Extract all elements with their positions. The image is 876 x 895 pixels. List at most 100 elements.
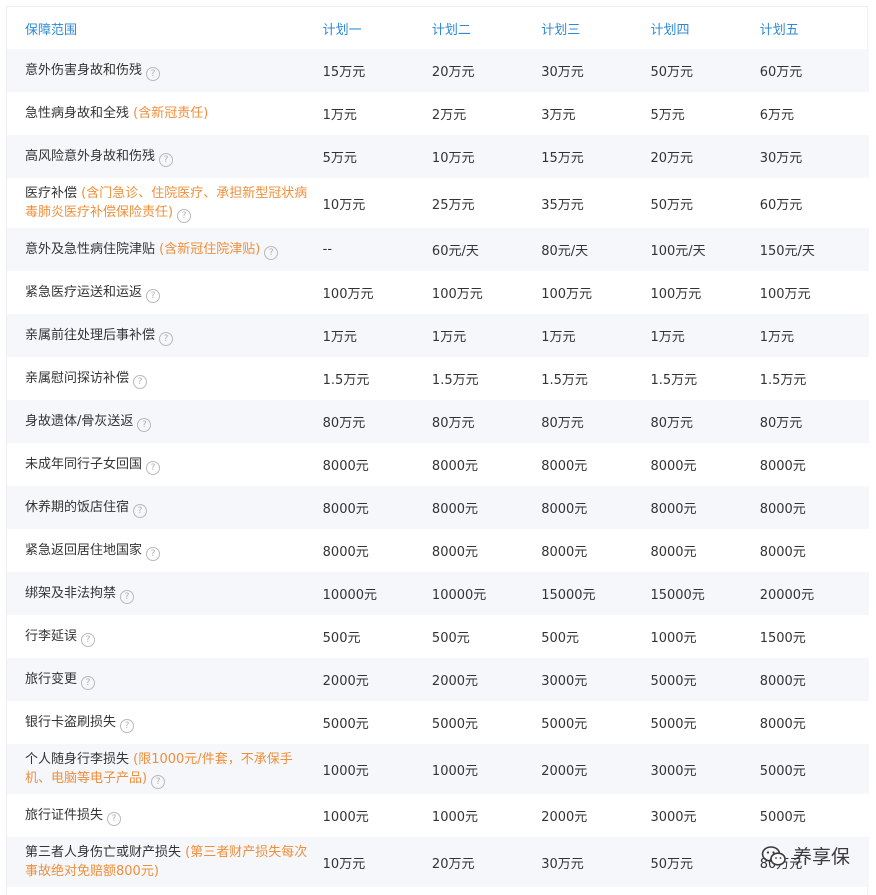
plan-1-value: 8000元 <box>322 502 369 517</box>
plan-1-value: 8000元 <box>322 459 369 474</box>
coverage-item-name: 行李延误 <box>25 628 78 644</box>
plan-2-value: 1.5万元 <box>431 373 479 388</box>
coverage-item-name: 绑架及非法拘禁 <box>25 585 117 601</box>
plan-3-value: 35万元 <box>541 197 584 213</box>
plan-2-value: 2000元 <box>431 674 479 689</box>
plan-4-value: 1000元 <box>650 631 697 646</box>
coverage-item-cell: 高风险意外身故和伤残? <box>7 135 323 178</box>
plan-3-value: 80万元 <box>541 416 584 431</box>
coverage-item-name: 旅行证件损失 <box>25 807 104 823</box>
plan-5-value: 1500元 <box>759 631 806 646</box>
coverage-item-cell: 亲属慰问探访补偿? <box>7 357 323 400</box>
table-row: 行李延误? 500元 500元 500元 1000元 1500元 <box>7 615 869 658</box>
coverage-item-cell: 紧急返回居住地国家? <box>7 529 323 572</box>
table-row: 高风险意外身故和伤残? 5万元 10万元 15万元 20万元 30万元 <box>7 135 869 178</box>
help-icon[interactable]: ? <box>159 331 174 346</box>
coverage-item-name: 紧急返回居住地国家 <box>25 542 143 558</box>
plan-3-value: 80元/天 <box>541 244 589 259</box>
help-icon[interactable]: ? <box>146 460 161 475</box>
plan-5-value: 5000元 <box>759 810 806 825</box>
help-icon[interactable]: ? <box>133 374 148 389</box>
plan-2-value: 1000元 <box>431 763 479 779</box>
plan-4-value: 80万元 <box>650 416 693 431</box>
coverage-item-cell: 身故遗体/骨灰送返? <box>7 400 323 443</box>
help-icon[interactable]: ? <box>133 503 148 518</box>
plan-1-value: 10万元 <box>322 197 366 213</box>
plan-1-value: 1.5万元 <box>322 373 370 388</box>
plan-3-value: 15万元 <box>541 151 584 166</box>
plan-3-value: 5000元 <box>541 717 588 732</box>
coverage-table-frame: 保障范围 计划一 计划二 计划三 计划四 计划五 意外伤害身故和伤残? 15万元 2… <box>6 6 869 895</box>
plan-1-value: 5万元 <box>322 151 357 166</box>
plan-3-value: 8000元 <box>541 502 588 517</box>
table-row: 紧急返回居住地国家? 8000元 8000元 8000元 8000元 8000元 <box>7 529 869 572</box>
plan-5-value: 60万元 <box>759 197 803 213</box>
plan-4-value: 5万元 <box>650 108 685 123</box>
plan-4-value: 1万元 <box>650 330 685 345</box>
coverage-item-cell: 休养期的饭店住宿? <box>7 486 323 529</box>
help-icon[interactable]: ? <box>120 718 135 733</box>
coverage-item-cell: 急性病身故和全残 (含新冠责任) <box>7 92 323 135</box>
coverage-item-cell: 个人随身行李损失 (限1000元/件套，不承保手机、电脑等电子产品)? <box>7 744 323 794</box>
help-icon[interactable]: ? <box>81 632 96 647</box>
plan-2-value: 8000元 <box>431 502 479 517</box>
plan-2-value: 10000元 <box>431 588 487 603</box>
help-icon[interactable]: ? <box>151 774 166 789</box>
table-row: 未成年同行子女回国? 8000元 8000元 8000元 8000元 8000元 <box>7 443 869 486</box>
plan-3-value: 8000元 <box>541 459 588 474</box>
header-plan-4: 计划四 <box>650 22 690 38</box>
plan-1-value: 1000元 <box>322 763 369 779</box>
table-header: 保障范围 计划一 计划二 计划三 计划四 计划五 <box>7 7 869 49</box>
header-plan-1: 计划一 <box>322 22 362 38</box>
plan-4-value: 8000元 <box>650 459 697 474</box>
table-body: 意外伤害身故和伤残? 15万元 20万元 30万元 50万元 60万元 急性病身故和全残 (… <box>7 49 869 887</box>
coverage-item-name: 未成年同行子女回国 <box>25 456 143 472</box>
plan-3-value: 3万元 <box>541 108 576 123</box>
help-icon[interactable]: ? <box>146 288 161 303</box>
plan-1-value: -- <box>322 242 333 257</box>
plan-4-value: 50万元 <box>650 856 693 872</box>
plan-4-value: 5000元 <box>650 717 697 732</box>
help-icon[interactable]: ? <box>81 675 96 690</box>
coverage-item-name: 第三者人身伤亡或财产损失 <box>25 845 182 860</box>
help-icon[interactable]: ? <box>177 208 192 223</box>
coverage-item-cell: 绑架及非法拘禁? <box>7 572 323 615</box>
plan-4-value: 5000元 <box>650 674 697 689</box>
table-row: 第三者人身伤亡或财产损失 (第三者财产损失每次事故绝对免赔额800元) 10万元 2… <box>7 837 869 887</box>
plan-2-value: 10万元 <box>431 151 475 166</box>
plan-4-value: 8000元 <box>650 545 697 560</box>
coverage-item-cell: 意外及急性病住院津贴 (含新冠住院津贴)? <box>7 228 323 271</box>
help-icon[interactable]: ? <box>159 152 174 167</box>
help-icon[interactable]: ? <box>107 811 122 826</box>
plan-4-value: 3000元 <box>650 763 697 779</box>
table-row: 个人随身行李损失 (限1000元/件套，不承保手机、电脑等电子产品)? 1000元… <box>7 744 869 794</box>
help-icon[interactable]: ? <box>146 66 161 81</box>
plan-4-value: 100万元 <box>650 287 702 302</box>
help-icon[interactable]: ? <box>146 546 161 561</box>
coverage-item-cell: 行李延误? <box>7 615 323 658</box>
plan-5-value: 8000元 <box>759 545 806 560</box>
plan-2-value: 25万元 <box>431 197 475 213</box>
plan-2-value: 5000元 <box>431 717 479 732</box>
plan-3-value: 2000元 <box>541 810 588 825</box>
plan-1-value: 15万元 <box>322 65 366 80</box>
plan-5-value: 1.5万元 <box>759 373 807 388</box>
plan-2-value: 8000元 <box>431 545 479 560</box>
coverage-item-cell: 未成年同行子女回国? <box>7 443 323 486</box>
plan-2-value: 100万元 <box>431 287 483 302</box>
plan-3-value: 3000元 <box>541 674 588 689</box>
coverage-item-note: (含新冠住院津贴) <box>159 241 261 257</box>
help-icon[interactable]: ? <box>137 417 152 432</box>
help-icon[interactable]: ? <box>120 589 135 604</box>
table-row: 亲属前往处理后事补偿? 1万元 1万元 1万元 1万元 1万元 <box>7 314 869 357</box>
table-row: 亲属慰问探访补偿? 1.5万元 1.5万元 1.5万元 1.5万元 1.5万元 <box>7 357 869 400</box>
plan-3-value: 2000元 <box>541 763 588 779</box>
coverage-item-name: 意外及急性病住院津贴 <box>25 241 156 257</box>
table-row: 旅行变更? 2000元 2000元 3000元 5000元 8000元 <box>7 658 869 701</box>
table-row: 绑架及非法拘禁? 10000元 10000元 15000元 15000元 20000元 <box>7 572 869 615</box>
coverage-item-cell: 银行卡盗刷损失? <box>7 701 323 744</box>
table-row: 意外伤害身故和伤残? 15万元 20万元 30万元 50万元 60万元 <box>7 49 869 92</box>
plan-3-value: 8000元 <box>541 545 588 560</box>
help-icon[interactable]: ? <box>264 245 279 260</box>
plan-5-value: 1万元 <box>759 330 794 345</box>
